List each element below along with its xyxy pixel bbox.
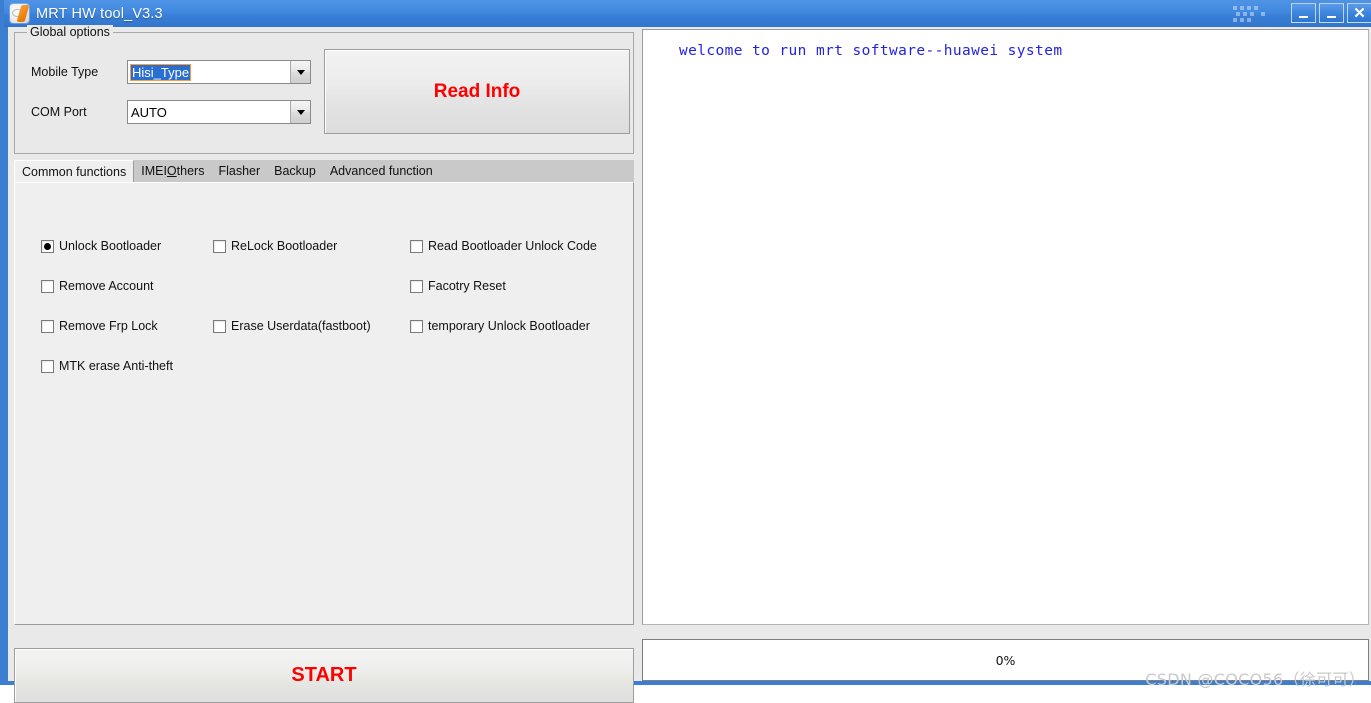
client-area: Global options Mobile Type Hisi_Type COM… — [8, 25, 1371, 703]
application-window: MRT HW tool_V3.3 ✕ Global options Mobile… — [0, 0, 1371, 703]
tab-flasher[interactable]: Flasher — [211, 160, 268, 182]
checkbox-box — [213, 239, 226, 253]
progress-percent-label: 0% — [995, 652, 1016, 668]
log-output-panel[interactable]: welcome to run mrt software--huawei syst… — [642, 29, 1369, 625]
checkbox-remove-account[interactable]: Remove Account — [41, 279, 154, 293]
checkbox-mtk-erase-anti-theft[interactable]: MTK erase Anti-theft — [41, 359, 173, 373]
checkbox-box — [41, 359, 54, 373]
close-icon[interactable]: ✕ — [1347, 3, 1371, 23]
tab-imei-others[interactable]: IMEI Others — [134, 160, 212, 182]
checkbox-box — [410, 319, 423, 333]
checkbox-label: Erase Userdata(fastboot) — [231, 319, 371, 333]
checkbox-label: MTK erase Anti-theft — [59, 359, 173, 373]
start-button[interactable]: START — [14, 648, 634, 703]
checkbox-erase-userdata-fastboot[interactable]: Erase Userdata(fastboot) — [213, 319, 371, 333]
checkbox-relock-bootloader[interactable]: ReLock Bootloader — [213, 239, 337, 253]
tab-panel-common-functions: Unlock Bootloader ReLock Bootloader Read… — [14, 182, 634, 625]
checkbox-label: Read Bootloader Unlock Code — [428, 239, 597, 253]
checkbox-box — [410, 279, 423, 293]
global-options-group: Global options Mobile Type Hisi_Type COM… — [14, 25, 634, 154]
checkbox-box — [41, 239, 54, 253]
checkbox-box — [410, 239, 423, 253]
window-controls: ✕ — [1291, 3, 1371, 23]
watermark: CSDN @COCO56（徐可可） — [1145, 670, 1365, 689]
checkbox-label: Remove Frp Lock — [59, 319, 158, 333]
global-options-label: Global options — [27, 25, 113, 39]
checkbox-label: Unlock Bootloader — [59, 239, 162, 253]
checkbox-label: temporary Unlock Bootloader — [428, 319, 590, 333]
tab-backup[interactable]: Backup — [267, 160, 323, 182]
com-port-value: AUTO — [131, 104, 167, 120]
app-icon — [10, 4, 29, 23]
tab-common-functions[interactable]: Common functions — [14, 160, 135, 182]
checkbox-label: Remove Account — [59, 279, 154, 293]
mobile-type-value: Hisi_Type — [128, 61, 290, 83]
restore-button[interactable] — [1319, 3, 1344, 23]
title-decoration-dots — [1231, 4, 1271, 23]
com-port-label: COM Port — [31, 105, 87, 119]
checkbox-read-bootloader-unlock-code[interactable]: Read Bootloader Unlock Code — [410, 239, 597, 253]
checkbox-label: Facotry Reset — [428, 279, 506, 293]
checkbox-box — [213, 319, 226, 333]
chevron-down-icon[interactable] — [290, 101, 310, 123]
minimize-button[interactable] — [1291, 3, 1316, 23]
title-bar: MRT HW tool_V3.3 ✕ — [4, 0, 1371, 27]
checkbox-temporary-unlock-bootloader[interactable]: temporary Unlock Bootloader — [410, 319, 590, 333]
tab-advanced-function[interactable]: Advanced function — [322, 160, 440, 182]
mobile-type-label: Mobile Type — [31, 65, 99, 79]
read-info-button[interactable]: Read Info — [324, 49, 630, 134]
tab-strip: Common functions IMEI Others Flasher Back… — [14, 160, 634, 182]
chevron-down-icon[interactable] — [290, 61, 310, 83]
mobile-type-dropdown[interactable]: Hisi_Type — [127, 60, 311, 84]
checkbox-remove-frp-lock[interactable]: Remove Frp Lock — [41, 319, 158, 333]
checkbox-label: ReLock Bootloader — [231, 239, 338, 253]
checkbox-unlock-bootloader[interactable]: Unlock Bootloader — [41, 239, 161, 253]
log-line: welcome to run mrt software--huawei syst… — [679, 43, 1063, 59]
checkbox-box — [41, 279, 54, 293]
com-port-dropdown[interactable]: AUTO — [127, 100, 311, 124]
checkbox-facotry-reset[interactable]: Facotry Reset — [410, 279, 506, 293]
checkbox-box — [41, 319, 54, 333]
window-title: MRT HW tool_V3.3 — [36, 5, 163, 22]
mobile-type-selected-text: Hisi_Type — [129, 63, 192, 81]
